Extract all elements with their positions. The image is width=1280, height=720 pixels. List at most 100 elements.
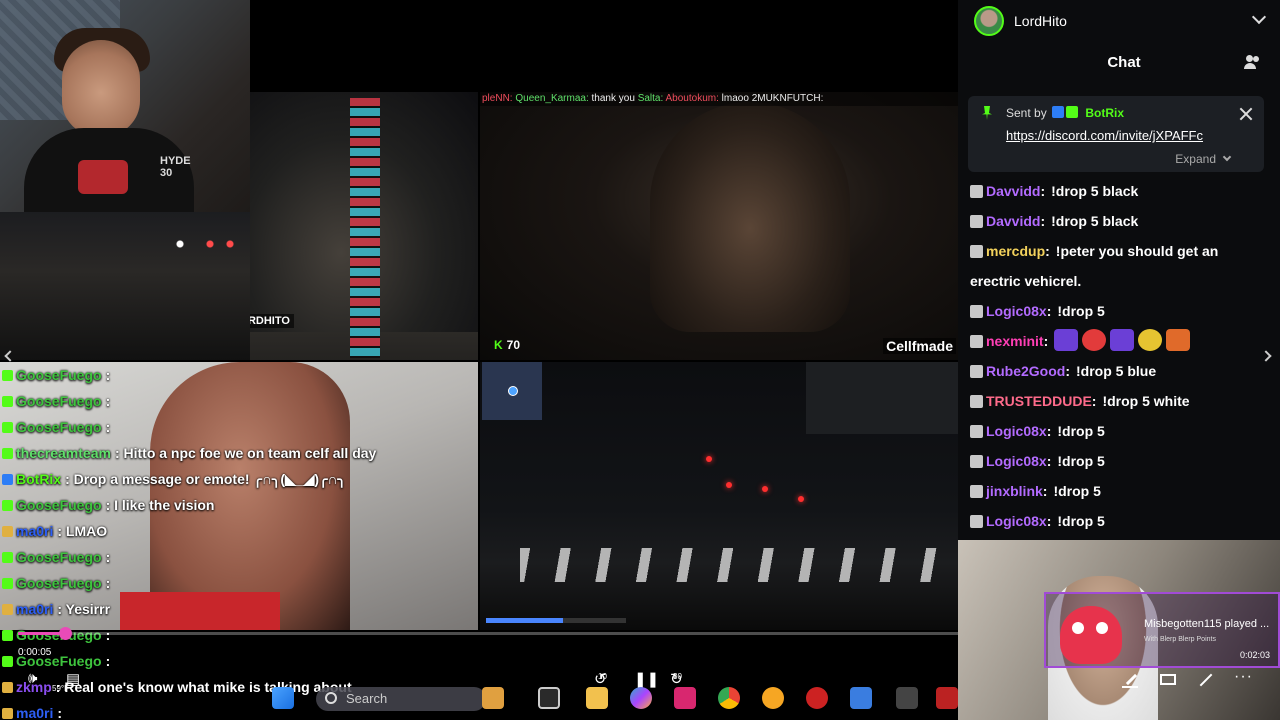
badge-icon (970, 395, 983, 408)
task-view-icon[interactable] (538, 687, 560, 709)
chat-separator: : (1045, 243, 1050, 259)
bot-name[interactable]: BotRix (1085, 106, 1124, 120)
overlay-chat-message: : (57, 705, 63, 720)
emote-icon (1082, 329, 1107, 351)
chat-username[interactable]: Logic08x (986, 453, 1047, 469)
search-icon (325, 692, 337, 704)
monitor-icon[interactable] (1160, 674, 1176, 685)
chevron-down-icon[interactable] (1251, 9, 1267, 25)
discord-link[interactable]: https://discord.com/invite/jXPAFFc (1006, 128, 1203, 143)
chat-message: Logic08x: !drop 5 (970, 506, 1270, 536)
obs-icon[interactable] (806, 687, 828, 709)
app-icon[interactable] (850, 687, 872, 709)
dashcam-feed-left (0, 212, 250, 360)
stream-video[interactable]: HYDE 30 KICK.COM/LORDHITO pleNN: Queen_K… (0, 0, 958, 720)
app-icon[interactable] (936, 687, 958, 709)
badge-icon (2, 421, 13, 433)
crosswalk (520, 548, 940, 582)
chat-username[interactable]: Davvidd (986, 213, 1040, 229)
chat-message: Davvidd: !drop 5 black (970, 206, 1270, 236)
overlay-chat-user: GooseFuego (16, 575, 102, 591)
creator-tag: Cellfmade (883, 338, 956, 354)
chat-username[interactable]: Rube2Good (986, 363, 1065, 379)
more-icon[interactable]: ··· (1234, 669, 1252, 688)
overlay-chat-row: thecreamteam: Hitto a npc foe we on team… (2, 440, 472, 466)
overlay-chat-row: GooseFuego: (2, 414, 472, 440)
badge-icon (970, 455, 983, 468)
strip-user: Salta: (637, 93, 664, 104)
top-chat-strip: pleNN: Queen_Karmaa: thank you Salta: Ab… (480, 92, 958, 106)
badge-icon (2, 577, 13, 589)
emote-icon (1138, 329, 1163, 351)
overlay-chat: GooseFuego: GooseFuego: GooseFuego: thecrea… (2, 362, 472, 720)
car-inset-cam (806, 362, 958, 434)
chat-username[interactable]: nexminit (986, 333, 1044, 349)
overlay-chat-row: GooseFuego: (2, 544, 472, 570)
channel-name[interactable]: LordHito (1014, 13, 1067, 29)
chat-message: jinxblink: !drop 5 (970, 476, 1270, 506)
badge-icon (970, 365, 983, 378)
minimap (482, 362, 542, 420)
copilot-icon[interactable] (630, 687, 652, 709)
chat-text: !drop 5 black (1051, 183, 1139, 199)
traffic-signal (762, 486, 768, 492)
chat-username[interactable]: mercdup (986, 243, 1045, 259)
chrome-icon[interactable] (718, 687, 740, 709)
overlay-chat-user: GooseFuego (16, 419, 102, 435)
chat-separator: : (1043, 333, 1049, 349)
chat-username[interactable]: Davvidd (986, 183, 1040, 199)
chat-text: !drop 5 (1057, 423, 1105, 439)
emote-icon (1110, 329, 1135, 351)
users-icon[interactable] (1244, 55, 1262, 69)
overlay-chat-message: : (105, 575, 111, 591)
overlay-chat-message: : (105, 549, 111, 565)
taskbar: Search (220, 678, 958, 720)
alert-time: 0:02:03 (1239, 650, 1270, 660)
badge-icon (970, 245, 983, 258)
chat-separator: : (1040, 213, 1046, 229)
close-icon[interactable] (1238, 106, 1254, 122)
search-placeholder: Search (346, 691, 388, 706)
channel-header[interactable]: LordHito (974, 6, 1267, 36)
night-street-feed (480, 362, 958, 630)
chat-username[interactable]: Logic08x (986, 303, 1047, 319)
strip-user: Aboutokum: (665, 93, 719, 104)
chat-username[interactable]: jinxblink (986, 483, 1043, 499)
timeline-knob[interactable] (59, 627, 72, 640)
badge-icon (2, 525, 13, 537)
taskbar-search[interactable]: Search (316, 687, 486, 711)
chat-separator: : (1091, 393, 1097, 409)
overlay-chat-user: GooseFuego (16, 497, 102, 513)
volume-icon[interactable]: 🕪 (28, 670, 37, 687)
badge-icon (970, 515, 983, 528)
pencil-icon[interactable] (1122, 672, 1138, 688)
settings-icon[interactable] (762, 687, 784, 709)
expand-button[interactable]: Expand (1175, 152, 1232, 166)
expand-icon[interactable] (1198, 672, 1214, 688)
emote-icon (1166, 329, 1191, 351)
traffic-lights (150, 234, 250, 254)
video-timeline[interactable] (18, 627, 958, 640)
widget-icon[interactable] (482, 687, 504, 709)
streamer-face (62, 40, 140, 136)
chat-message: Logic08x: !drop 5 (970, 416, 1270, 446)
chat-username[interactable]: Logic08x (986, 513, 1047, 529)
strip-user: Queen_Karmaa: (515, 93, 589, 104)
windows-start-icon[interactable] (272, 687, 294, 709)
overlay-chat-row: GooseFuego: (2, 362, 472, 388)
overlay-chat-user: thecreamteam (16, 445, 111, 461)
app-icon[interactable] (896, 687, 918, 709)
avatar[interactable] (974, 6, 1004, 36)
chat-username[interactable]: Logic08x (986, 423, 1047, 439)
overlay-chat-message: : Hitto a npc foe we on team celf all da… (114, 445, 377, 461)
chat-message: nexminit: (970, 326, 1270, 356)
weather: 59°F (52, 684, 69, 693)
viewer-count: K 70 (494, 338, 520, 352)
chat-message: TRUSTEDDUDE: !drop 5 white (970, 386, 1270, 416)
chat-separator: : (1046, 513, 1052, 529)
app-icon[interactable] (674, 687, 696, 709)
strip-user: 2MUKNFUTCH: (751, 93, 824, 104)
chat-username[interactable]: TRUSTEDDUDE (986, 393, 1092, 409)
blerp-alert: Misbegotten115 played ... With Blerp Ble… (1044, 592, 1280, 668)
file-explorer-icon[interactable] (586, 687, 608, 709)
